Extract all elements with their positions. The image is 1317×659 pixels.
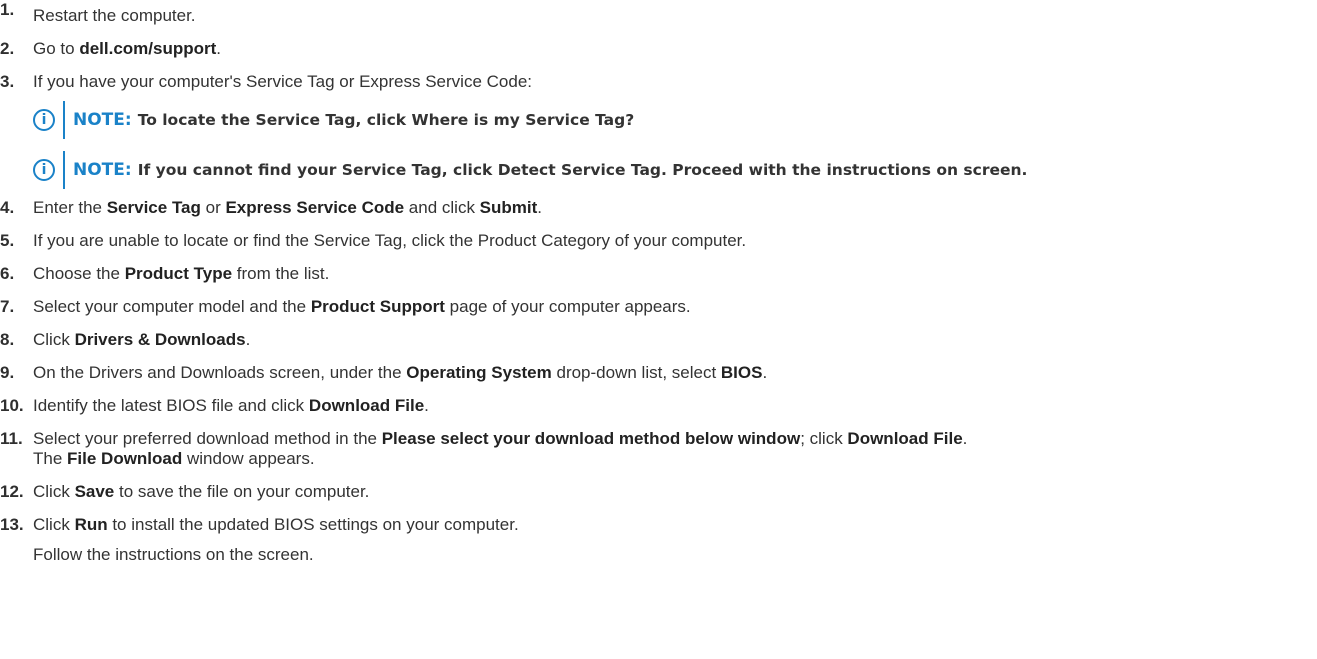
step-number: 5. <box>0 231 15 250</box>
file-download-label: File Download <box>67 449 183 468</box>
bios-update-steps: 1. Restart the computer. 2. Go to dell.c… <box>0 0 1317 565</box>
step-text: Click <box>33 330 75 349</box>
operating-system-label: Operating System <box>406 363 552 382</box>
step-text: The <box>33 449 68 468</box>
step-number: 4. <box>0 198 15 217</box>
step-text: . <box>537 198 543 217</box>
note-label: NOTE: <box>73 160 132 180</box>
step-number: 8. <box>0 330 15 349</box>
step-13: 13. Click Run to install the updated BIO… <box>0 515 1317 535</box>
info-icon: i <box>33 159 55 181</box>
step-number: 12. <box>0 482 24 501</box>
note-divider <box>63 151 65 189</box>
step-text: drop-down list, select <box>551 363 721 382</box>
step-text: Restart the computer. <box>33 6 196 25</box>
step-1: 1. Restart the computer. <box>0 0 1317 26</box>
step-text: . <box>216 39 222 58</box>
step-text: . <box>762 363 768 382</box>
step-number: 1. <box>0 0 15 19</box>
step-12: 12. Click Save to save the file on your … <box>0 482 1317 502</box>
drivers-downloads-label: Drivers & Downloads <box>74 330 246 349</box>
followup-text: Follow the instructions on the screen. <box>33 545 314 564</box>
document-page: 1. Restart the computer. 2. Go to dell.c… <box>0 0 1317 659</box>
step-text: to save the file on your computer. <box>114 482 370 501</box>
express-service-code-label: Express Service Code <box>225 198 405 217</box>
save-label: Save <box>74 482 115 501</box>
submit-label: Submit <box>479 198 538 217</box>
step-number: 13. <box>0 515 24 534</box>
step-11: 11. Select your preferred download metho… <box>0 429 1317 469</box>
step-number: 10. <box>0 396 24 415</box>
step-text: Click <box>33 515 75 534</box>
note-detect-service-tag: i NOTE: If you cannot find your Service … <box>33 151 1317 189</box>
step-text: Go to <box>33 39 80 58</box>
step-4: 4. Enter the Service Tag or Express Serv… <box>0 198 1317 218</box>
step-9: 9. On the Drivers and Downloads screen, … <box>0 363 1317 383</box>
step-6: 6. Choose the Product Type from the list… <box>0 264 1317 284</box>
note-divider <box>63 101 65 139</box>
step-number: 3. <box>0 72 15 91</box>
step-text: Select your computer model and the <box>33 297 311 316</box>
note-text: If you cannot find your Service Tag, cli… <box>137 161 1028 179</box>
step-5: 5. If you are unable to locate or find t… <box>0 231 1317 251</box>
step-text: ; click <box>800 429 848 448</box>
step-text: If you have your computer's Service Tag … <box>33 72 532 91</box>
step-text: and click <box>404 198 480 217</box>
product-support-label: Product Support <box>310 297 445 316</box>
step-text: to install the updated BIOS settings on … <box>107 515 519 534</box>
download-method-window-label: Please select your download method below… <box>381 429 801 448</box>
step-text: Identify the latest BIOS file and click <box>33 396 309 415</box>
product-type-label: Product Type <box>124 264 233 283</box>
step-number: 11. <box>0 429 23 448</box>
step-number: 9. <box>0 363 15 382</box>
step-13-followup: Follow the instructions on the screen. <box>0 545 1317 565</box>
step-text: Choose the <box>33 264 125 283</box>
step-number: 7. <box>0 297 15 316</box>
step-text: On the Drivers and Downloads screen, und… <box>33 363 407 382</box>
step-2: 2. Go to dell.com/support. <box>0 39 1317 59</box>
step-text: If you are unable to locate or find the … <box>33 231 747 250</box>
download-file-label: Download File <box>308 396 425 415</box>
run-label: Run <box>74 515 108 534</box>
note-label: NOTE: <box>73 110 132 130</box>
step-3: 3. If you have your computer's Service T… <box>0 72 1317 92</box>
bios-label: BIOS <box>720 363 763 382</box>
info-icon: i <box>33 109 55 131</box>
support-url: dell.com/support <box>79 39 217 58</box>
note-text: To locate the Service Tag, click Where i… <box>137 111 635 129</box>
step-10: 10. Identify the latest BIOS file and cl… <box>0 396 1317 416</box>
step-text: . <box>245 330 251 349</box>
download-file-label: Download File <box>847 429 963 448</box>
step-text: Click <box>33 482 75 501</box>
step-number: 2. <box>0 39 15 58</box>
step-7: 7. Select your computer model and the Pr… <box>0 297 1317 317</box>
step-8: 8. Click Drivers & Downloads. <box>0 330 1317 350</box>
step-number: 6. <box>0 264 15 283</box>
step-text: Enter the <box>33 198 107 217</box>
step-text: window appears. <box>182 449 315 468</box>
step-text: . <box>962 429 968 448</box>
step-text: from the list. <box>232 264 330 283</box>
step-text: . <box>424 396 429 415</box>
note-locate-service-tag: i NOTE: To locate the Service Tag, click… <box>33 101 1317 139</box>
service-tag-label: Service Tag <box>106 198 201 217</box>
step-text: page of your computer appears. <box>444 297 691 316</box>
step-text: or <box>200 198 226 217</box>
step-text: Select your preferred download method in… <box>33 429 382 448</box>
